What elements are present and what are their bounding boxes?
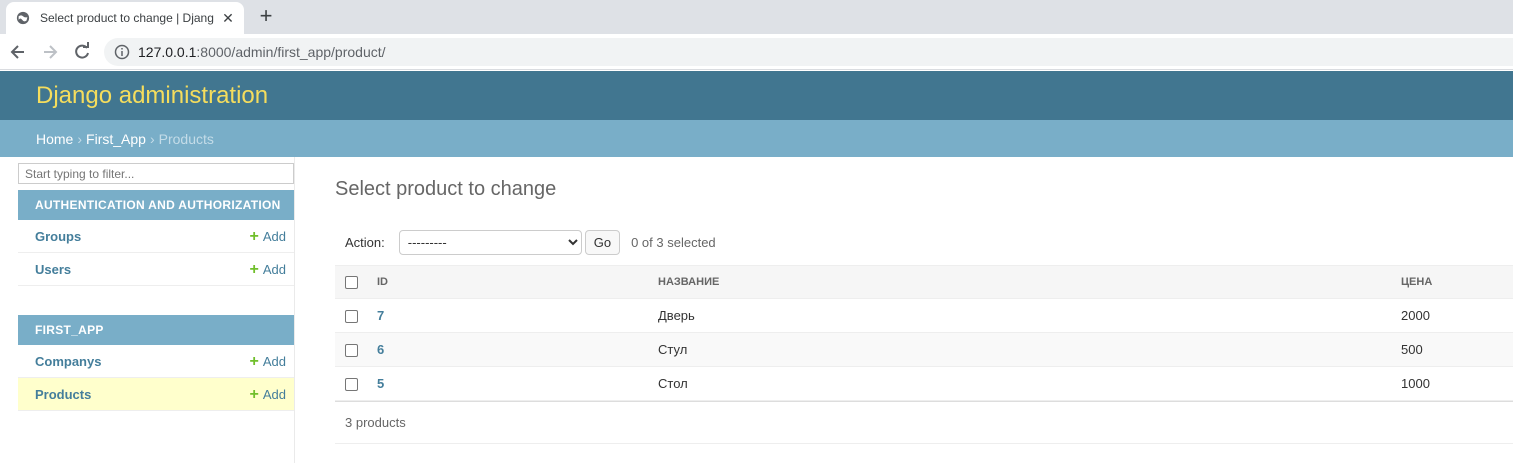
column-header-price[interactable]: ЦЕНА — [1398, 265, 1513, 299]
paginator: 3 products — [335, 401, 1513, 444]
globe-icon — [16, 11, 30, 25]
select-all-cell — [335, 265, 367, 299]
row-id-link[interactable]: 7 — [377, 308, 384, 323]
add-products-button[interactable]: + Add — [249, 385, 286, 403]
selected-count: 0 of 3 selected — [631, 235, 716, 250]
add-label: Add — [262, 228, 286, 244]
url-host: 127.0.0.1 — [138, 44, 197, 60]
sidebar-item-groups: Groups + Add — [18, 220, 294, 253]
model-link-companys[interactable]: Companys — [35, 354, 101, 369]
new-tab-icon[interactable]: + — [256, 5, 276, 27]
row-id-cell: 5 — [367, 366, 656, 401]
result-list-table: ID НАЗВАНИЕ ЦЕНА 7 Дверь 2000 6 Стул 500… — [335, 265, 1513, 401]
add-groups-button[interactable]: + Add — [249, 227, 286, 245]
browser-tab[interactable]: Select product to change | Django site a… — [6, 2, 244, 34]
row-check-cell — [335, 298, 367, 333]
sidebar-item-companys: Companys + Add — [18, 345, 294, 378]
table-row: 6 Стул 500 — [335, 332, 1513, 367]
action-select[interactable]: --------- — [398, 230, 582, 255]
model-link-users[interactable]: Users — [35, 262, 71, 277]
browser-toolbar: 127.0.0.1:8000/admin/first_app/product/ — [0, 34, 1513, 70]
sidebar-item-products: Products + Add — [18, 378, 294, 411]
breadcrumb-separator: › — [149, 130, 155, 147]
column-header-id[interactable]: ID — [367, 265, 656, 299]
module-caption-first-app[interactable]: FIRST_APP — [18, 315, 294, 345]
breadcrumb-separator: › — [77, 130, 83, 147]
page-title: Select product to change — [335, 178, 557, 200]
sidebar-item-users: Users + Add — [18, 253, 294, 286]
row-id-link[interactable]: 6 — [377, 342, 384, 357]
plus-icon: + — [249, 227, 259, 245]
reload-icon[interactable] — [72, 42, 92, 62]
plus-icon: + — [249, 260, 259, 278]
go-button[interactable]: Go — [584, 230, 621, 255]
row-name-cell: Стол — [656, 366, 1398, 401]
row-check-cell — [335, 366, 367, 401]
row-checkbox[interactable] — [345, 310, 358, 324]
browser-tabstrip: Select product to change | Django site a… — [0, 0, 1513, 34]
add-users-button[interactable]: + Add — [249, 260, 286, 278]
column-header-name[interactable]: НАЗВАНИЕ — [656, 265, 1398, 299]
actions-bar: Action: --------- Go 0 of 3 selected — [345, 230, 716, 255]
breadcrumb: Home › First_App › Products — [0, 120, 1513, 157]
breadcrumb-current: Products — [158, 130, 214, 147]
site-brand[interactable]: Django administration — [36, 82, 268, 110]
row-id-cell: 6 — [367, 332, 656, 367]
row-checkbox[interactable] — [345, 378, 358, 392]
close-icon[interactable]: ✕ — [220, 10, 236, 26]
action-label: Action: — [345, 235, 385, 250]
table-header-row: ID НАЗВАНИЕ ЦЕНА — [335, 265, 1513, 299]
add-label: Add — [262, 353, 286, 369]
back-arrow-icon[interactable] — [8, 42, 28, 62]
row-price-cell: 2000 — [1398, 298, 1513, 333]
row-price-cell: 500 — [1398, 332, 1513, 367]
url-path: :8000/admin/first_app/product/ — [196, 44, 386, 60]
row-name-cell: Дверь — [656, 298, 1398, 333]
row-price-cell: 1000 — [1398, 366, 1513, 401]
row-name-cell: Стул — [656, 332, 1398, 367]
forward-arrow-icon[interactable] — [40, 42, 60, 62]
model-link-products[interactable]: Products — [35, 387, 91, 402]
row-id-link[interactable]: 5 — [377, 376, 384, 391]
model-link-groups[interactable]: Groups — [35, 229, 81, 244]
breadcrumb-home[interactable]: Home — [36, 131, 73, 147]
plus-icon: + — [249, 385, 259, 403]
site-header: Django administration — [0, 71, 1513, 120]
add-companys-button[interactable]: + Add — [249, 352, 286, 370]
row-id-cell: 7 — [367, 298, 656, 333]
row-check-cell — [335, 332, 367, 367]
tab-title: Select product to change | Django site a… — [40, 11, 214, 25]
breadcrumb-app[interactable]: First_App — [86, 131, 146, 147]
table-row: 7 Дверь 2000 — [335, 298, 1513, 333]
row-checkbox[interactable] — [345, 344, 358, 358]
address-bar[interactable]: 127.0.0.1:8000/admin/first_app/product/ — [104, 38, 1513, 66]
url-text: 127.0.0.1:8000/admin/first_app/product/ — [138, 44, 386, 60]
select-all-checkbox[interactable] — [345, 275, 358, 289]
info-icon[interactable] — [114, 44, 130, 60]
plus-icon: + — [249, 352, 259, 370]
nav-filter-input[interactable] — [18, 163, 294, 184]
table-row: 5 Стол 1000 — [335, 366, 1513, 401]
add-label: Add — [262, 261, 286, 277]
module-caption-auth[interactable]: AUTHENTICATION AND AUTHORIZATION — [18, 190, 294, 220]
add-label: Add — [262, 386, 286, 402]
nav-sidebar: AUTHENTICATION AND AUTHORIZATION Groups … — [18, 157, 295, 463]
